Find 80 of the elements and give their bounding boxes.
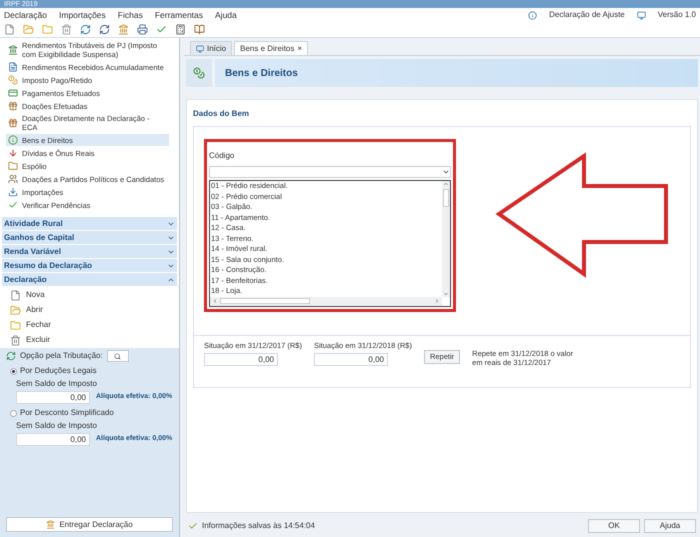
vertical-scrollbar[interactable] <box>442 181 450 296</box>
calculator-icon[interactable] <box>175 24 186 35</box>
radio-label: Por Deduções Legais <box>20 365 96 377</box>
menu-item[interactable]: Ferramentas <box>154 8 204 22</box>
dialog-button[interactable]: Ajuda <box>644 519 696 533</box>
accordion-header[interactable]: Ganhos de Capital <box>2 231 177 244</box>
dialog-button[interactable]: OK <box>588 519 640 533</box>
item-icon <box>8 161 18 171</box>
menu-item[interactable]: Declaração <box>4 8 47 22</box>
status-text: Informações salvas às 14:54:04 <box>202 520 316 532</box>
scrollbar-thumb[interactable] <box>220 298 310 304</box>
tab[interactable]: Bens e Direitos × <box>234 41 308 55</box>
page-title: Bens e Direitos <box>225 66 298 80</box>
code-dropdown[interactable] <box>209 166 451 178</box>
print-icon[interactable] <box>137 24 148 35</box>
code-label: Código <box>209 150 236 162</box>
close-tab-button[interactable]: × <box>297 42 302 54</box>
taxation-label: Opção pela Tributação: <box>20 350 103 362</box>
tab[interactable]: Início <box>190 41 232 55</box>
action-item[interactable]: Abrir <box>10 304 179 316</box>
item-icon <box>8 88 18 98</box>
horizontal-scrollbar[interactable] <box>210 296 442 306</box>
version-label: Versão 1.0 <box>658 9 696 21</box>
book-icon[interactable] <box>194 24 205 35</box>
sync-icon[interactable] <box>99 24 110 35</box>
item-icon <box>8 200 18 210</box>
item-icon <box>8 45 18 55</box>
exchange-icon <box>6 351 16 361</box>
item-icon <box>8 62 18 72</box>
action-icon <box>10 290 21 300</box>
amount-field[interactable]: 0,00 <box>16 433 90 446</box>
submit-declaration-button[interactable]: Entregar Declaração <box>6 517 173 532</box>
action-item[interactable]: Nova <box>10 289 179 301</box>
info-icon <box>528 10 538 20</box>
action-item[interactable]: Fechar <box>10 319 179 331</box>
value-field[interactable]: 0,00 <box>314 353 388 366</box>
balance-label: Sem Saldo de Imposto <box>15 420 98 432</box>
accordion-header[interactable]: Atividade Rural <box>2 217 177 230</box>
open-folder-icon[interactable] <box>23 24 34 35</box>
item-icon <box>8 101 18 111</box>
check-icon[interactable] <box>156 24 167 35</box>
new-file-icon[interactable] <box>4 24 15 35</box>
monitor-icon <box>636 10 646 20</box>
item-icon <box>8 174 18 184</box>
accordion-header[interactable]: Renda Variável <box>2 245 177 258</box>
item-icon <box>8 118 18 128</box>
saved-check-icon <box>188 521 198 531</box>
menu-item[interactable]: Importações <box>59 8 106 22</box>
action-icon <box>10 320 21 330</box>
accordion-header[interactable]: Declaração <box>2 273 177 286</box>
trash-icon[interactable] <box>61 24 72 35</box>
item-icon <box>8 148 18 158</box>
scroll-down-icon <box>443 290 449 296</box>
action-item[interactable]: Excluir <box>10 334 179 346</box>
item-icon <box>8 75 18 85</box>
monitor-icon <box>196 44 204 52</box>
action-icon <box>10 334 21 346</box>
radio-label: Por Desconto Simplificado <box>20 407 114 419</box>
scrollbar-thumb[interactable] <box>443 189 449 207</box>
menu-item[interactable]: Ajuda <box>215 8 237 22</box>
scroll-right-icon <box>434 298 440 304</box>
menu-item[interactable]: Fichas <box>118 8 143 22</box>
item-icon <box>8 135 18 145</box>
search-button[interactable] <box>106 350 129 362</box>
declaration-type-label: Declaração de Ajuste <box>549 9 625 21</box>
folder-icon[interactable] <box>42 24 53 35</box>
accordion-header[interactable]: Resumo da Declaração <box>2 259 177 272</box>
item-icon <box>8 187 18 197</box>
scroll-left-icon <box>212 298 218 304</box>
amount-field[interactable]: 0,00 <box>16 391 90 404</box>
radio-button[interactable] <box>10 410 17 416</box>
balance-label: Sem Saldo de Imposto <box>15 378 98 390</box>
sync-icon[interactable] <box>80 24 91 35</box>
radio-button[interactable] <box>10 368 17 374</box>
scroll-up-icon <box>443 181 449 187</box>
action-icon <box>10 304 21 316</box>
chevron-down-icon <box>442 168 450 176</box>
search-icon <box>114 352 122 360</box>
value-field[interactable]: 0,00 <box>204 353 278 366</box>
section-title: Dados do Bem <box>193 108 250 120</box>
